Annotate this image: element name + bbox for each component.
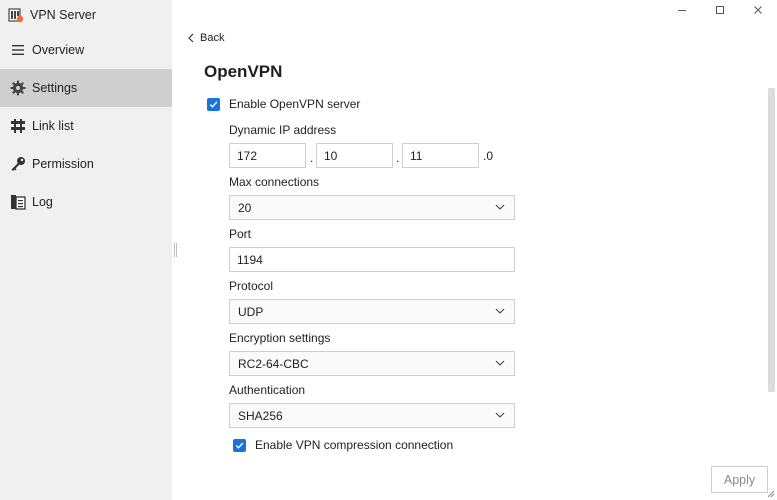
compression-label: Enable VPN compression connection: [255, 438, 454, 452]
port-input[interactable]: 1194: [229, 247, 515, 272]
encryption-value: RC2-64-CBC: [238, 356, 309, 371]
compression-checkbox[interactable]: [233, 438, 246, 452]
link-list-icon: [10, 118, 26, 134]
ip-octet-2-input[interactable]: 10: [316, 143, 393, 168]
sidebar-item-label: Permission: [32, 157, 94, 171]
max-connections-value: 20: [238, 200, 252, 215]
encryption-select[interactable]: RC2-64-CBC: [229, 351, 515, 376]
minimize-icon: [678, 10, 686, 11]
back-label: Back: [200, 32, 225, 44]
chevron-down-icon: [495, 308, 505, 314]
key-icon: [10, 156, 26, 172]
gear-icon: [10, 80, 26, 96]
sidebar-item-label: Link list: [32, 119, 74, 133]
sidebar-item-settings[interactable]: Settings: [0, 69, 172, 107]
protocol-label: Protocol: [229, 279, 274, 293]
maximize-icon: [716, 6, 724, 14]
protocol-select[interactable]: UDP: [229, 299, 515, 324]
checkmark-icon: [209, 101, 218, 108]
protocol-value: UDP: [238, 304, 264, 319]
vpn-server-logo-icon: [8, 8, 24, 23]
pane-splitter-handle[interactable]: [174, 243, 177, 257]
max-connections-label: Max connections: [229, 175, 320, 189]
app-title-bar: VPN Server: [0, 0, 172, 30]
minimize-button[interactable]: [663, 0, 701, 20]
enable-openvpn-checkbox-row[interactable]: Enable OpenVPN server: [207, 97, 360, 111]
sidebar-item-label: Settings: [32, 81, 78, 95]
window-controls: [663, 0, 777, 20]
compression-checkbox-row[interactable]: Enable VPN compression connection: [233, 438, 453, 452]
enable-openvpn-label: Enable OpenVPN server: [229, 97, 361, 111]
sidebar-nav: Overview Settings Link list Permission L…: [0, 31, 172, 221]
sidebar-item-permission[interactable]: Permission: [0, 145, 172, 183]
authentication-select[interactable]: SHA256: [229, 403, 515, 428]
sidebar: VPN Server Overview Settings Link list P…: [0, 0, 172, 500]
port-label: Port: [229, 227, 252, 241]
close-button[interactable]: [739, 0, 777, 20]
ip-octet-4-fixed: .0: [483, 149, 494, 163]
enable-openvpn-checkbox[interactable]: [207, 97, 220, 111]
chevron-down-icon: [495, 360, 505, 366]
vertical-scrollbar[interactable]: [768, 88, 775, 392]
back-button[interactable]: Back: [188, 32, 224, 44]
ip-octet-1-input[interactable]: 172: [229, 143, 306, 168]
sidebar-item-link-list[interactable]: Link list: [0, 107, 172, 145]
sidebar-item-overview[interactable]: Overview: [0, 31, 172, 69]
sidebar-item-log[interactable]: Log: [0, 183, 172, 221]
ip-dot-separator: .: [310, 151, 314, 165]
encryption-label: Encryption settings: [229, 331, 331, 345]
chevron-left-icon: [188, 33, 194, 43]
authentication-value: SHA256: [238, 408, 283, 423]
app-title: VPN Server: [30, 8, 96, 22]
checkmark-icon: [235, 442, 244, 449]
log-icon: [10, 194, 26, 210]
sidebar-item-label: Log: [32, 195, 53, 209]
chevron-down-icon: [495, 204, 505, 210]
maximize-button[interactable]: [701, 0, 739, 20]
authentication-label: Authentication: [229, 383, 306, 397]
sidebar-item-label: Overview: [32, 43, 85, 57]
close-icon: [754, 6, 762, 14]
ip-octet-3-input[interactable]: 11: [402, 143, 479, 168]
apply-button[interactable]: Apply: [711, 466, 768, 493]
list-icon: [10, 42, 26, 58]
page-title: OpenVPN: [204, 62, 283, 81]
resize-grip-icon[interactable]: [766, 489, 775, 498]
ip-dot-separator: .: [396, 151, 400, 165]
chevron-down-icon: [495, 412, 505, 418]
dynamic-ip-label: Dynamic IP address: [229, 123, 337, 137]
max-connections-select[interactable]: 20: [229, 195, 515, 220]
